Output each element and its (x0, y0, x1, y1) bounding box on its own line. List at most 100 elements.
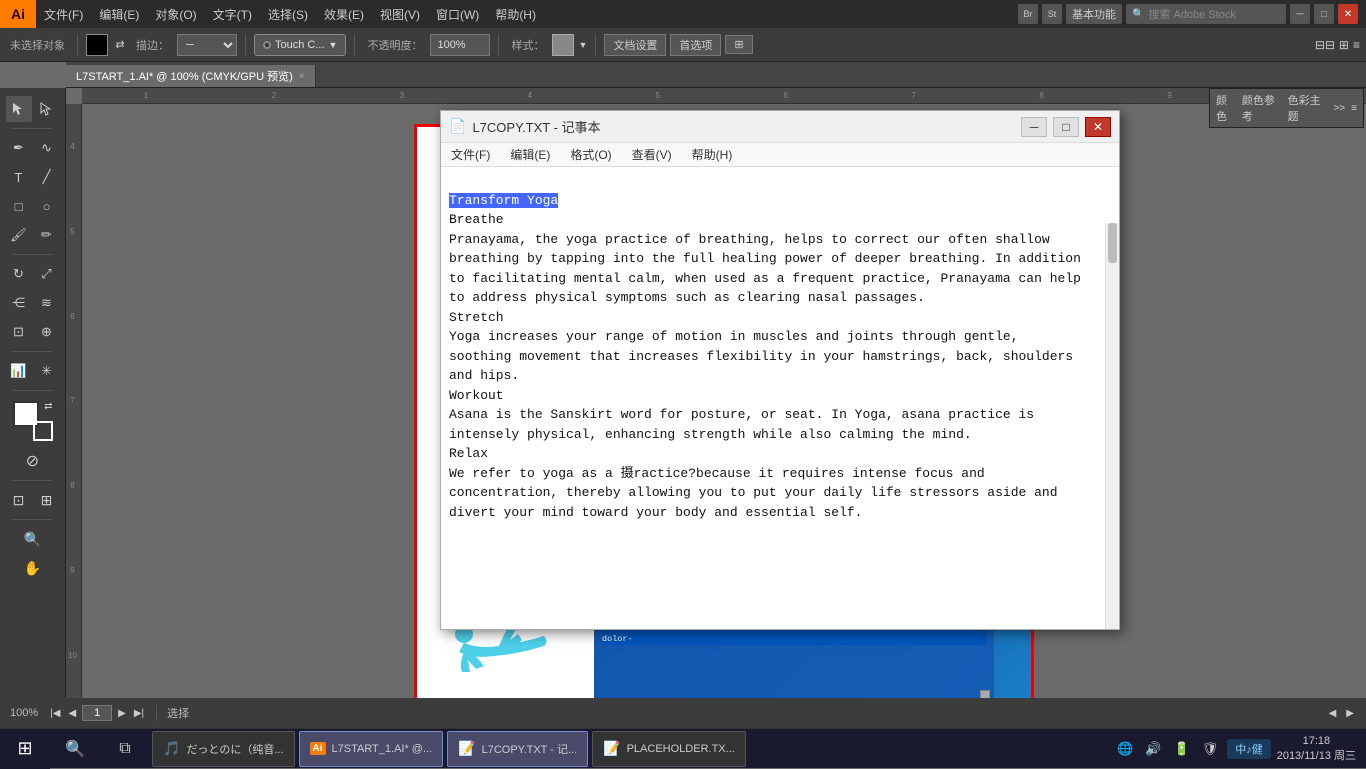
tool-separator-1 (13, 128, 53, 129)
notepad-menu-help[interactable]: 帮助(H) (682, 143, 743, 166)
top-menu-right: Br St 基本功能 🔍 搜索 Adobe Stock ─ □ ✕ (1018, 4, 1366, 24)
ime-text: 中♪健 (1235, 741, 1263, 757)
maximize-button[interactable]: □ (1314, 4, 1334, 24)
warp-tool[interactable]: ≋ (34, 290, 60, 316)
hand-tool[interactable]: ✋ (20, 555, 46, 581)
basic-function-btn[interactable]: 基本功能 (1066, 4, 1122, 24)
menu-edit[interactable]: 编辑(E) (91, 0, 147, 28)
notepad-scrollbar[interactable] (1105, 223, 1119, 629)
selected-text: Transform Yoga (449, 193, 558, 208)
notepad-text-area[interactable]: Transform Yoga Breathe Pranayama, the yo… (441, 167, 1119, 546)
ellipse-tool[interactable]: ○ (34, 193, 60, 219)
notepad-titlebar: 📄 L7COPY.TXT - 记事本 ─ □ ✕ (441, 111, 1119, 143)
sound-tray-icon[interactable]: 🔊 (1142, 741, 1164, 757)
touch-selector[interactable]: Touch C... ▼ (254, 34, 346, 56)
status-prev-icon[interactable]: ◀ (1327, 706, 1339, 721)
notepad-menu-edit[interactable]: 编辑(E) (500, 143, 560, 166)
menu-text[interactable]: 文字(T) (205, 0, 260, 28)
style-swatch[interactable] (552, 34, 574, 56)
page-number-input[interactable] (82, 705, 112, 721)
minimize-button[interactable]: ─ (1290, 4, 1310, 24)
menu-object[interactable]: 对象(O) (147, 0, 204, 28)
document-tab[interactable]: L7START_1.AI* @ 100% (CMYK/GPU 预览) × (66, 65, 316, 87)
rect-tool[interactable]: □ (6, 193, 32, 219)
toolbar-divider-3 (354, 34, 355, 56)
notepad-maximize-button[interactable]: □ (1053, 117, 1079, 137)
stroke-select[interactable]: ─ (177, 34, 237, 56)
next-page-button[interactable]: ▶ (116, 706, 128, 721)
stock-icon[interactable]: St (1042, 4, 1062, 24)
menu-view[interactable]: 视图(V) (372, 0, 428, 28)
misc-button[interactable]: ⊞ (725, 35, 752, 54)
line-tool[interactable]: ╱ (34, 164, 60, 190)
width-tool[interactable]: ⋲ (6, 290, 32, 316)
notepad-menu-format[interactable]: 格式(O) (560, 143, 621, 166)
network-tray-icon[interactable]: 🌐 (1114, 741, 1136, 757)
adobe-stock-search[interactable]: 🔍 搜索 Adobe Stock (1126, 4, 1286, 24)
pen-tool[interactable]: ✒ (6, 135, 32, 161)
taskbar-placeholder-task[interactable]: 📝 PLACEHOLDER.TX... (592, 731, 746, 767)
direct-select-tool[interactable] (34, 96, 60, 122)
arrange-icon[interactable]: ⊟⊟ (1315, 38, 1335, 52)
notepad-close-button[interactable]: ✕ (1085, 117, 1111, 137)
color-panel-header[interactable]: 颜色 颜色参考 色彩主题 >> ≡ (1210, 89, 1363, 127)
type-tool[interactable]: T (6, 164, 32, 190)
swap-icon[interactable]: ⇄ (44, 401, 52, 412)
rotate-tool[interactable]: ↻ (6, 261, 32, 287)
notepad-scroll-thumb[interactable] (1108, 223, 1117, 263)
taskbar-search-icon[interactable]: 🔍 (50, 729, 100, 769)
pencil-tool[interactable]: ✏ (34, 222, 60, 248)
graph-tool[interactable]: 📊 (6, 358, 32, 384)
status-next-icon[interactable]: ▶ (1344, 706, 1356, 721)
paintbrush-tool[interactable]: 🖌 (6, 222, 32, 248)
preferences-button[interactable]: 首选项 (670, 34, 721, 56)
style-chevron-icon[interactable]: ▼ (578, 40, 587, 50)
select-tool[interactable] (6, 96, 32, 122)
panel-menu-icon[interactable]: ≡ (1351, 103, 1357, 114)
screen-mode-btn[interactable]: ⊡ (6, 487, 32, 513)
system-clock: 17:18 2013/11/13 周三 (1277, 734, 1356, 763)
curvature-tool[interactable]: ∿ (34, 135, 60, 161)
taskbar-illustrator-task[interactable]: Ai L7START_1.AI* @... (299, 731, 444, 767)
taskbar-notepad-task[interactable]: 📝 L7COPY.TXT - 记... (447, 731, 588, 767)
antivirus-tray-icon[interactable]: 🛡 (1199, 741, 1222, 757)
menu-select[interactable]: 选择(S) (260, 0, 316, 28)
symbol-tool[interactable]: ✳ (34, 358, 60, 384)
prev-page-button[interactable]: ◀ (66, 706, 78, 721)
bridge-icon[interactable]: Br (1018, 4, 1038, 24)
panel-expand-icon[interactable]: >> (1333, 103, 1345, 114)
ime-indicator[interactable]: 中♪健 (1227, 739, 1271, 759)
fill-swatch[interactable] (86, 34, 108, 56)
stroke-color-swatch[interactable] (33, 421, 53, 441)
menu-help[interactable]: 帮助(H) (487, 0, 544, 28)
taskbar-task-view-icon[interactable]: ⧉ (100, 729, 150, 769)
last-page-button[interactable]: ▶| (132, 706, 146, 721)
scale-tool[interactable]: ⤢ (34, 261, 60, 287)
illustrator-task-label: L7START_1.AI* @... (332, 743, 433, 755)
start-button[interactable]: ⊞ (0, 729, 50, 769)
puppet-warp-tool[interactable]: ⊕ (34, 319, 60, 345)
swap-colors-icon[interactable]: ⇄ (112, 37, 128, 53)
touch-chevron-icon: ▼ (329, 40, 338, 50)
notepad-menu-file[interactable]: 文件(F) (441, 143, 500, 166)
draw-inside-btn[interactable]: ⊞ (34, 487, 60, 513)
menu-window[interactable]: 窗口(W) (428, 0, 487, 28)
notepad-menu-view[interactable]: 查看(V) (622, 143, 682, 166)
none-fill-icon[interactable]: ⊘ (20, 448, 46, 474)
more-icon[interactable]: ≡ (1353, 38, 1360, 52)
close-button[interactable]: ✕ (1338, 4, 1358, 24)
zoom-tool[interactable]: 🔍 (20, 526, 46, 552)
align-icon[interactable]: ⊞ (1339, 38, 1349, 52)
notepad-minimize-button[interactable]: ─ (1021, 117, 1047, 137)
free-transform-tool[interactable]: ⊡ (6, 319, 32, 345)
taskbar-music-task[interactable]: 🎵 だっとのに（纯音... (152, 731, 295, 767)
battery-tray-icon[interactable]: 🔋 (1171, 741, 1193, 757)
ai-logo-button[interactable]: Ai (0, 0, 36, 28)
menu-effect[interactable]: 效果(E) (316, 0, 372, 28)
tab-close-icon[interactable]: × (299, 71, 305, 82)
tool-separator-6 (13, 519, 53, 520)
menu-file[interactable]: 文件(F) (36, 0, 91, 28)
doc-settings-button[interactable]: 文档设置 (604, 34, 666, 56)
opacity-input[interactable] (430, 34, 490, 56)
first-page-button[interactable]: |◀ (48, 706, 62, 721)
